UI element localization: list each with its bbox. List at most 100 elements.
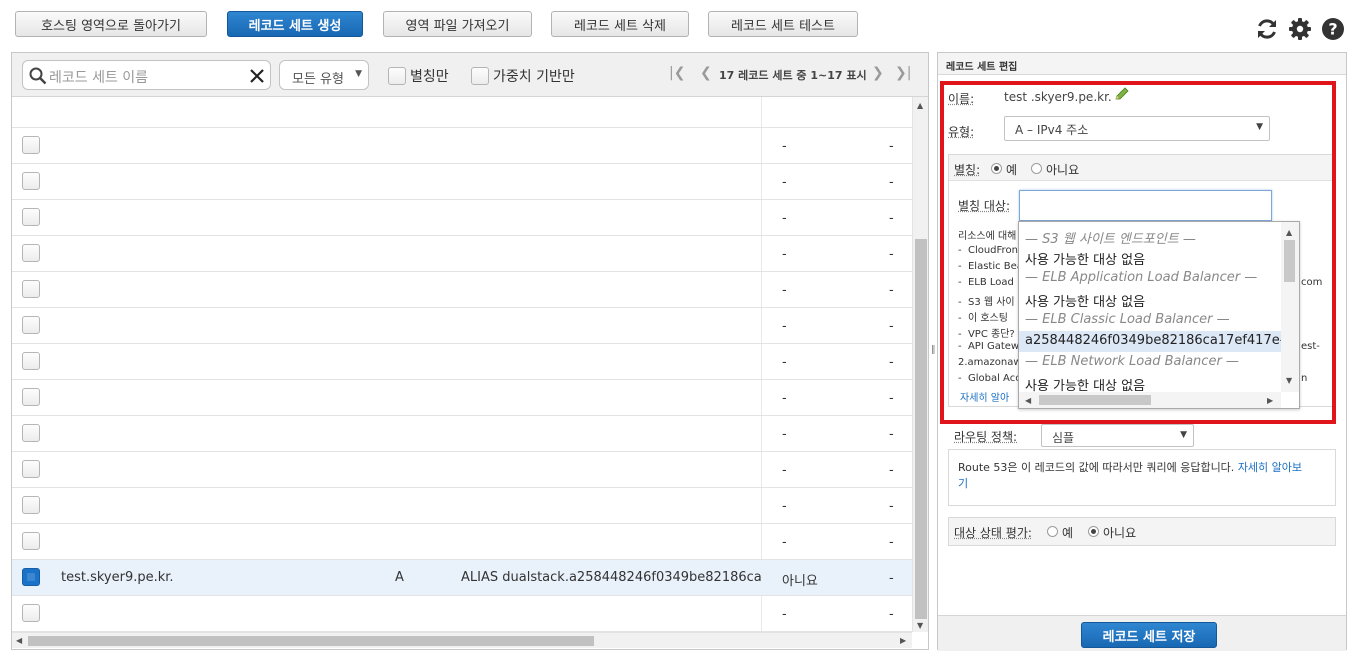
scroll-left-icon[interactable]: ◀	[16, 636, 22, 645]
help-icon[interactable]: ?	[1321, 17, 1345, 41]
panel-splitter[interactable]: ‖	[929, 52, 937, 650]
scroll-right-icon[interactable]: ▶	[1267, 396, 1273, 405]
gear-icon[interactable]	[1288, 17, 1312, 41]
cell-eval: -	[782, 427, 787, 442]
alias-no-label: 아니요	[1046, 163, 1080, 177]
row-checkbox[interactable]	[22, 388, 40, 406]
health-yes-radio[interactable]	[1047, 526, 1058, 537]
first-page-icon[interactable]: |❮	[669, 65, 685, 81]
help-bullet: - S3 웹 사이	[958, 297, 1015, 308]
help-bullet: - ELB Load	[958, 277, 1014, 288]
table-row[interactable]: - -	[12, 308, 912, 344]
save-record-set-button[interactable]: 레코드 세트 저장	[1081, 622, 1217, 648]
splitter-grip-icon: ‖	[931, 345, 936, 355]
cell-ttl: -	[889, 211, 894, 226]
next-page-icon[interactable]: ❯	[872, 65, 884, 81]
health-eval-section: 대상 상태 평가: 예 아니요	[948, 517, 1336, 546]
row-checkbox[interactable]	[22, 568, 40, 586]
row-checkbox[interactable]	[22, 316, 40, 334]
search-input[interactable]: 레코드 세트 이름	[22, 60, 271, 90]
cell-ttl: -	[889, 463, 894, 478]
table-horizontal-scrollbar[interactable]: ◀ ▶	[12, 632, 912, 648]
scroll-up-icon[interactable]: ▲	[1286, 228, 1292, 237]
dropdown-option-highlighted[interactable]: a258448246f0349be82186ca17ef417e-8561	[1019, 331, 1281, 352]
row-checkbox[interactable]	[22, 532, 40, 550]
test-record-set-button[interactable]: 레코드 세트 테스트	[708, 11, 858, 37]
row-checkbox[interactable]	[22, 460, 40, 478]
create-record-set-button[interactable]: 레코드 세트 생성	[227, 11, 363, 37]
last-page-icon[interactable]: ❯|	[895, 65, 911, 81]
edit-pencil-icon[interactable]	[1114, 87, 1130, 101]
table-row[interactable]: - -	[12, 128, 912, 164]
table-row[interactable]: - -	[12, 524, 912, 560]
row-checkbox[interactable]	[22, 244, 40, 262]
table-row-selected[interactable]: test.skyer9.pe.kr. A ALIAS dualstack.a25…	[12, 560, 912, 596]
row-checkbox[interactable]	[22, 424, 40, 442]
weighted-only-checkbox[interactable]	[471, 67, 489, 85]
help-bullet-tail: est-	[1301, 341, 1320, 352]
back-to-hosted-zones-button[interactable]: 호스팅 영역으로 돌아가기	[15, 11, 207, 37]
dropdown-option[interactable]: 사용 가능한 대상 없음	[1019, 289, 1281, 310]
row-checkbox[interactable]	[22, 172, 40, 190]
dropdown-group-header: — ELB Network Load Balancer —	[1025, 354, 1239, 369]
cell-ttl: -	[889, 427, 894, 442]
delete-record-set-button[interactable]: 레코드 세트 삭제	[551, 11, 689, 37]
row-checkbox[interactable]	[22, 352, 40, 370]
svg-text:?: ?	[1328, 20, 1337, 39]
table-row[interactable]: - -	[12, 488, 912, 524]
routing-policy-value: 심플	[1052, 431, 1075, 445]
scroll-up-icon[interactable]: ▲	[917, 101, 923, 110]
scroll-right-icon[interactable]: ▶	[900, 636, 906, 645]
scroll-left-icon[interactable]: ◀	[1025, 396, 1031, 405]
refresh-icon[interactable]	[1255, 17, 1279, 41]
table-row[interactable]: - -	[12, 272, 912, 308]
table-vertical-scrollbar[interactable]: ▲ ▼	[912, 97, 928, 632]
row-checkbox[interactable]	[22, 280, 40, 298]
alias-target-input[interactable]	[1019, 190, 1272, 221]
help-learn-more-link[interactable]: 자세히 알아	[960, 389, 1009, 404]
type-filter-select[interactable]: 모든 유형 ▼	[279, 60, 369, 90]
type-select[interactable]: A – IPv4 주소 ▼	[1004, 116, 1270, 141]
table-row[interactable]: - -	[12, 452, 912, 488]
cell-ttl: -	[889, 535, 894, 550]
cell-ttl: -	[889, 391, 894, 406]
routing-learn-more-link-cont[interactable]: 기	[958, 475, 968, 491]
chevron-down-icon: ▼	[1256, 122, 1263, 132]
health-yes-label: 예	[1062, 526, 1074, 540]
routing-learn-more-link[interactable]: 자세히 알아보	[1238, 461, 1302, 474]
import-zone-file-button[interactable]: 영역 파일 가져오기	[383, 11, 532, 37]
scroll-down-icon[interactable]: ▼	[1286, 376, 1292, 385]
record-sets-table: - - - - - - - - - - - - - - - - - - - - …	[12, 97, 912, 632]
alias-target-dropdown[interactable]: — S3 웹 사이트 엔드포인트 — 사용 가능한 대상 없음 — ELB Ap…	[1018, 221, 1300, 409]
table-row[interactable]: - -	[12, 344, 912, 380]
scroll-down-icon[interactable]: ▼	[917, 621, 923, 630]
table-row[interactable]: - -	[12, 200, 912, 236]
dropdown-option[interactable]: 사용 가능한 대상 없음	[1019, 373, 1281, 394]
alias-label: 별칭:	[954, 163, 981, 177]
health-no-radio[interactable]	[1088, 526, 1099, 537]
prev-page-icon[interactable]: ❮	[700, 65, 712, 81]
table-row[interactable]: - -	[12, 416, 912, 452]
dropdown-vertical-scrollbar[interactable]: ▲ ▼	[1281, 222, 1299, 392]
cell-eval: -	[782, 391, 787, 406]
row-checkbox[interactable]	[22, 604, 40, 622]
table-row[interactable]: - -	[12, 380, 912, 416]
row-checkbox[interactable]	[22, 208, 40, 226]
help-bullet: - API Gatew	[958, 341, 1020, 352]
help-bullet: - Elastic Bea	[958, 261, 1023, 272]
row-checkbox[interactable]	[22, 496, 40, 514]
row-checkbox[interactable]	[22, 136, 40, 154]
clear-search-icon[interactable]	[250, 69, 264, 83]
name-value: test .skyer9.pe.kr.	[1004, 90, 1112, 104]
dropdown-horizontal-scrollbar[interactable]: ◀ ▶	[1019, 392, 1281, 408]
cell-eval: -	[782, 211, 787, 226]
table-row[interactable]	[12, 97, 912, 128]
table-row[interactable]: - -	[12, 164, 912, 200]
dropdown-option[interactable]: 사용 가능한 대상 없음	[1019, 247, 1281, 268]
table-row[interactable]: - -	[12, 236, 912, 272]
alias-yes-radio[interactable]	[991, 163, 1002, 174]
table-row[interactable]: - -	[12, 596, 912, 632]
alias-no-radio[interactable]	[1031, 163, 1042, 174]
alias-only-checkbox[interactable]	[388, 67, 406, 85]
routing-policy-select[interactable]: 심플 ▼	[1041, 424, 1194, 447]
